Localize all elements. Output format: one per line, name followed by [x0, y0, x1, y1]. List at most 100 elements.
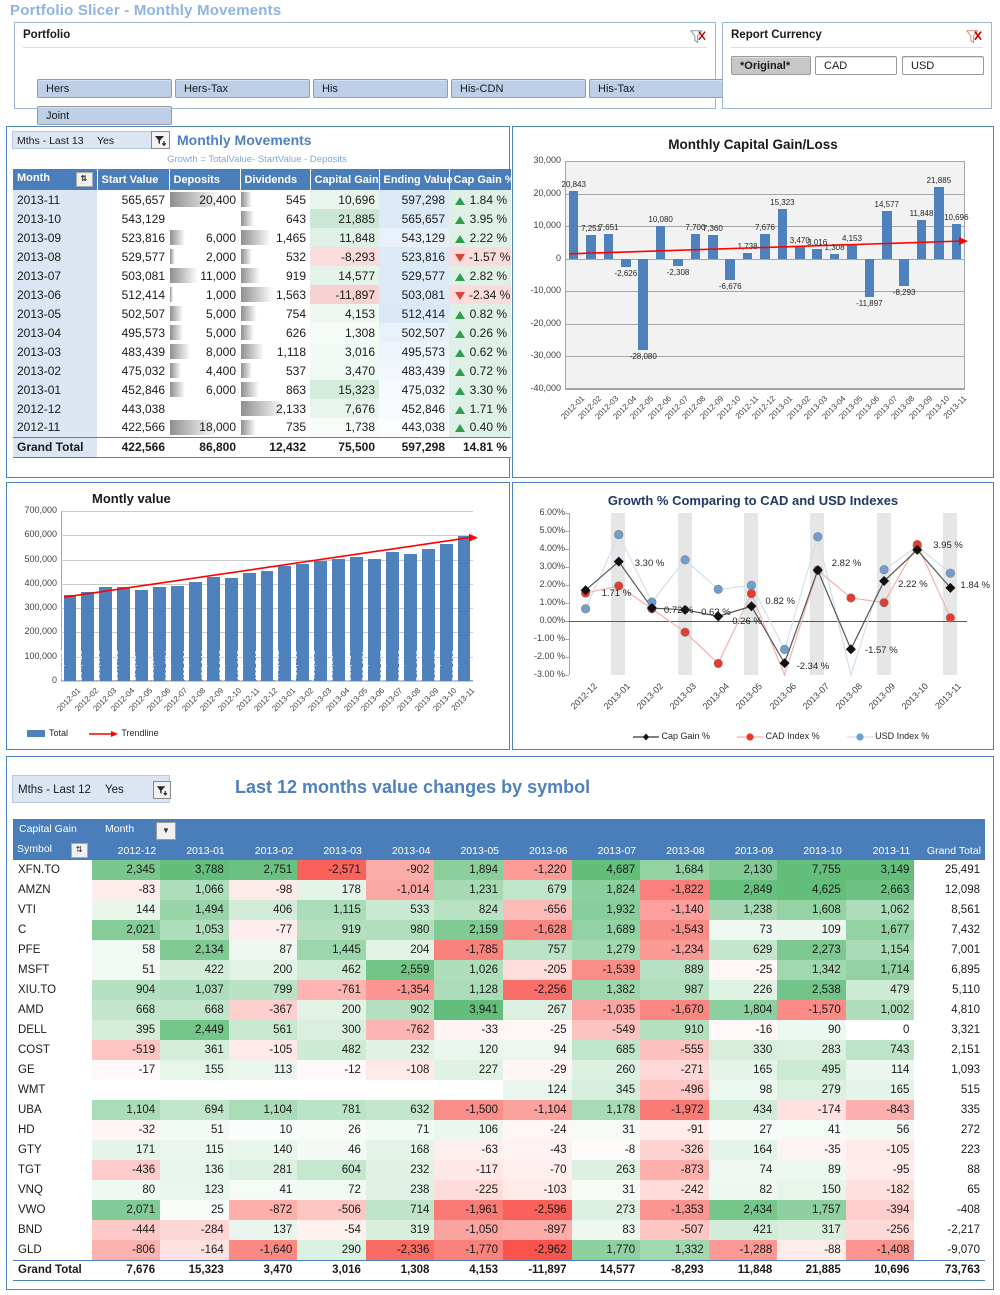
cell-dividends: 537 [240, 361, 310, 380]
matrix-row-header[interactable]: Symbol ⇅ [13, 841, 92, 860]
slicer-item-hers[interactable]: Hers [37, 79, 172, 98]
table-row: HD -32 51 10 26 71 106 -24 31 -91 27 41 56 272 [13, 1120, 985, 1140]
cell-symbol: WMT [13, 1080, 92, 1100]
legend-label-cap-gain: Cap Gain % [661, 731, 711, 741]
slicer-item-his[interactable]: His [313, 79, 448, 98]
cell-month: 2013-01 [13, 380, 97, 399]
bar-data-label: -8,293 [892, 287, 916, 297]
cell-row-total: 4,810 [914, 1000, 985, 1020]
cell-start-value: 452,846 [97, 380, 169, 399]
matrix-month-header[interactable]: 2012-12 [91, 841, 161, 860]
col-capital-gain[interactable]: Capital Gain [310, 169, 380, 190]
clear-filter-icon[interactable] [689, 29, 707, 45]
col-dividends[interactable]: Dividends [240, 169, 311, 190]
cell-month-value: 123 [160, 1180, 229, 1200]
grand-total-row: Grand Total 422,566 86,800 12,432 75,500 597,… [13, 436, 511, 458]
x-axis-tick: 2013-02 [634, 681, 665, 712]
cell-row-total: 515 [914, 1080, 985, 1100]
cell-month-value: 1,178 [571, 1100, 641, 1120]
matrix-month-header[interactable]: 2013-04 [365, 841, 435, 860]
cell-dividends: 532 [240, 247, 310, 266]
cell-ending-value: 503,081 [379, 285, 449, 304]
cell-cap-gain-pct: 2.22 % [449, 228, 511, 247]
cell-month-value: 4,687 [571, 860, 641, 880]
cell-capital-gain: 14,577 [310, 266, 379, 285]
filter-dropdown-icon[interactable] [153, 781, 171, 799]
cell-month-value: -88 [777, 1240, 846, 1260]
slicer-item-original[interactable]: *Original* [731, 56, 811, 75]
cell-cap-gain-pct: 1.84 % [449, 190, 511, 209]
matrix-month-header[interactable]: 2013-07 [571, 841, 641, 860]
page-title: Portfolio Slicer - Monthly Movements [10, 2, 282, 19]
matrix-month-header[interactable]: 2013-11 [845, 841, 915, 860]
col-start-value[interactable]: Start Value [97, 169, 170, 190]
cell-deposits: 11,000 [169, 266, 240, 285]
bar-data-label: 475,032 [270, 650, 281, 681]
cell-deposits: 4,400 [169, 361, 240, 380]
chevron-down-icon[interactable]: ▼ [156, 822, 176, 840]
matrix-month-header[interactable]: 2013-05 [434, 841, 504, 860]
cell-month-value: -1,770 [434, 1240, 504, 1260]
slicer-item-cad[interactable]: CAD [815, 56, 897, 75]
slicer-item-his-cdn[interactable]: His-CDN [451, 79, 586, 98]
slicer-item-hers-tax[interactable]: Hers-Tax [175, 79, 310, 98]
cell-month-value: 1,894 [434, 860, 504, 880]
cell-month-value: 561 [228, 1020, 298, 1040]
trend-down-icon [455, 291, 465, 300]
cell-ending-value: 475,032 [379, 380, 449, 399]
mths-last12-slicer[interactable]: Mths - Last 12 Yes [12, 775, 171, 803]
matrix-month-header[interactable]: 2013-06 [503, 841, 572, 860]
matrix-month-header[interactable]: 2013-10 [777, 841, 846, 860]
clear-filter-icon[interactable] [965, 29, 983, 45]
matrix-month-header[interactable]: 2013-03 [297, 841, 366, 860]
sort-filter-icon[interactable]: ⇅ [70, 843, 88, 858]
cell-symbol: VWO [13, 1200, 92, 1220]
cell-month-value: 41 [777, 1120, 846, 1140]
matrix-month-header[interactable]: 2013-09 [708, 841, 778, 860]
bar-data-label: 10,696 [944, 212, 969, 222]
cell-month-value: -95 [845, 1160, 915, 1180]
currency-slicer-panel: Report Currency *Original* CAD USD [722, 22, 992, 109]
cell-month-value: 1,677 [845, 920, 915, 940]
col-month[interactable]: Month ⇅ [13, 169, 98, 190]
sort-filter-icon[interactable]: ⇅ [75, 172, 93, 187]
gridline [61, 511, 473, 512]
cell-month-value: 168 [365, 1140, 435, 1160]
matrix-grand-total-header: Grand Total [914, 841, 985, 860]
cell-dividends: 2,133 [240, 399, 310, 418]
matrix-month-header[interactable]: 2013-08 [640, 841, 709, 860]
cell-month-value: 90 [777, 1020, 846, 1040]
slicer-item-his-tax[interactable]: His-Tax [589, 79, 724, 98]
bar [621, 258, 631, 268]
cell-capital-gain: 10,696 [310, 190, 379, 209]
col-deposits[interactable]: Deposits [169, 169, 241, 190]
table-row: 2013-06 512,414 1,000 1,563 -11,897 503,081 -2… [13, 285, 511, 304]
cell-month-value: 1,445 [297, 940, 366, 960]
cell-symbol: GTY [13, 1140, 92, 1160]
col-ending-value[interactable]: Ending Value [379, 169, 453, 190]
cell-month-value: 164 [708, 1140, 778, 1160]
cell-ending-value: 529,577 [379, 266, 449, 285]
matrix-month-header[interactable]: 2013-01 [160, 841, 229, 860]
cell-ending-value: 443,038 [379, 418, 449, 437]
slicer-item-joint[interactable]: Joint [37, 106, 172, 125]
cell-dividends: 863 [240, 380, 310, 399]
x-axis-tick: 2013-04 [700, 681, 732, 712]
matrix-month-header[interactable]: 2013-02 [228, 841, 298, 860]
y-axis-tick: 700,000 [24, 505, 57, 515]
table-row: GE -17 155 113 -12 -108 227 -29 260 -271 165 495 114… [13, 1060, 985, 1080]
slicer-item-usd[interactable]: USD [902, 56, 984, 75]
cell-month-value: 89 [777, 1160, 846, 1180]
x-axis-tick: 2013-03 [667, 681, 699, 712]
filter-dropdown-icon[interactable] [151, 131, 170, 149]
cell-month-value: -326 [640, 1140, 709, 1160]
bar [760, 233, 770, 259]
portfolio-slicer-divider [23, 47, 707, 48]
cell-month-value: 319 [365, 1220, 435, 1240]
cell-month-value: -1,570 [777, 1000, 846, 1020]
cell-row-total: 3,321 [914, 1020, 985, 1040]
cell-start-value: 529,577 [97, 247, 169, 266]
col-cap-gain-pct[interactable]: Cap Gain % [449, 169, 515, 190]
cell-month-value: 2,751 [228, 860, 298, 880]
mths-last13-slicer[interactable]: Mths - Last 13 Yes [12, 131, 170, 149]
